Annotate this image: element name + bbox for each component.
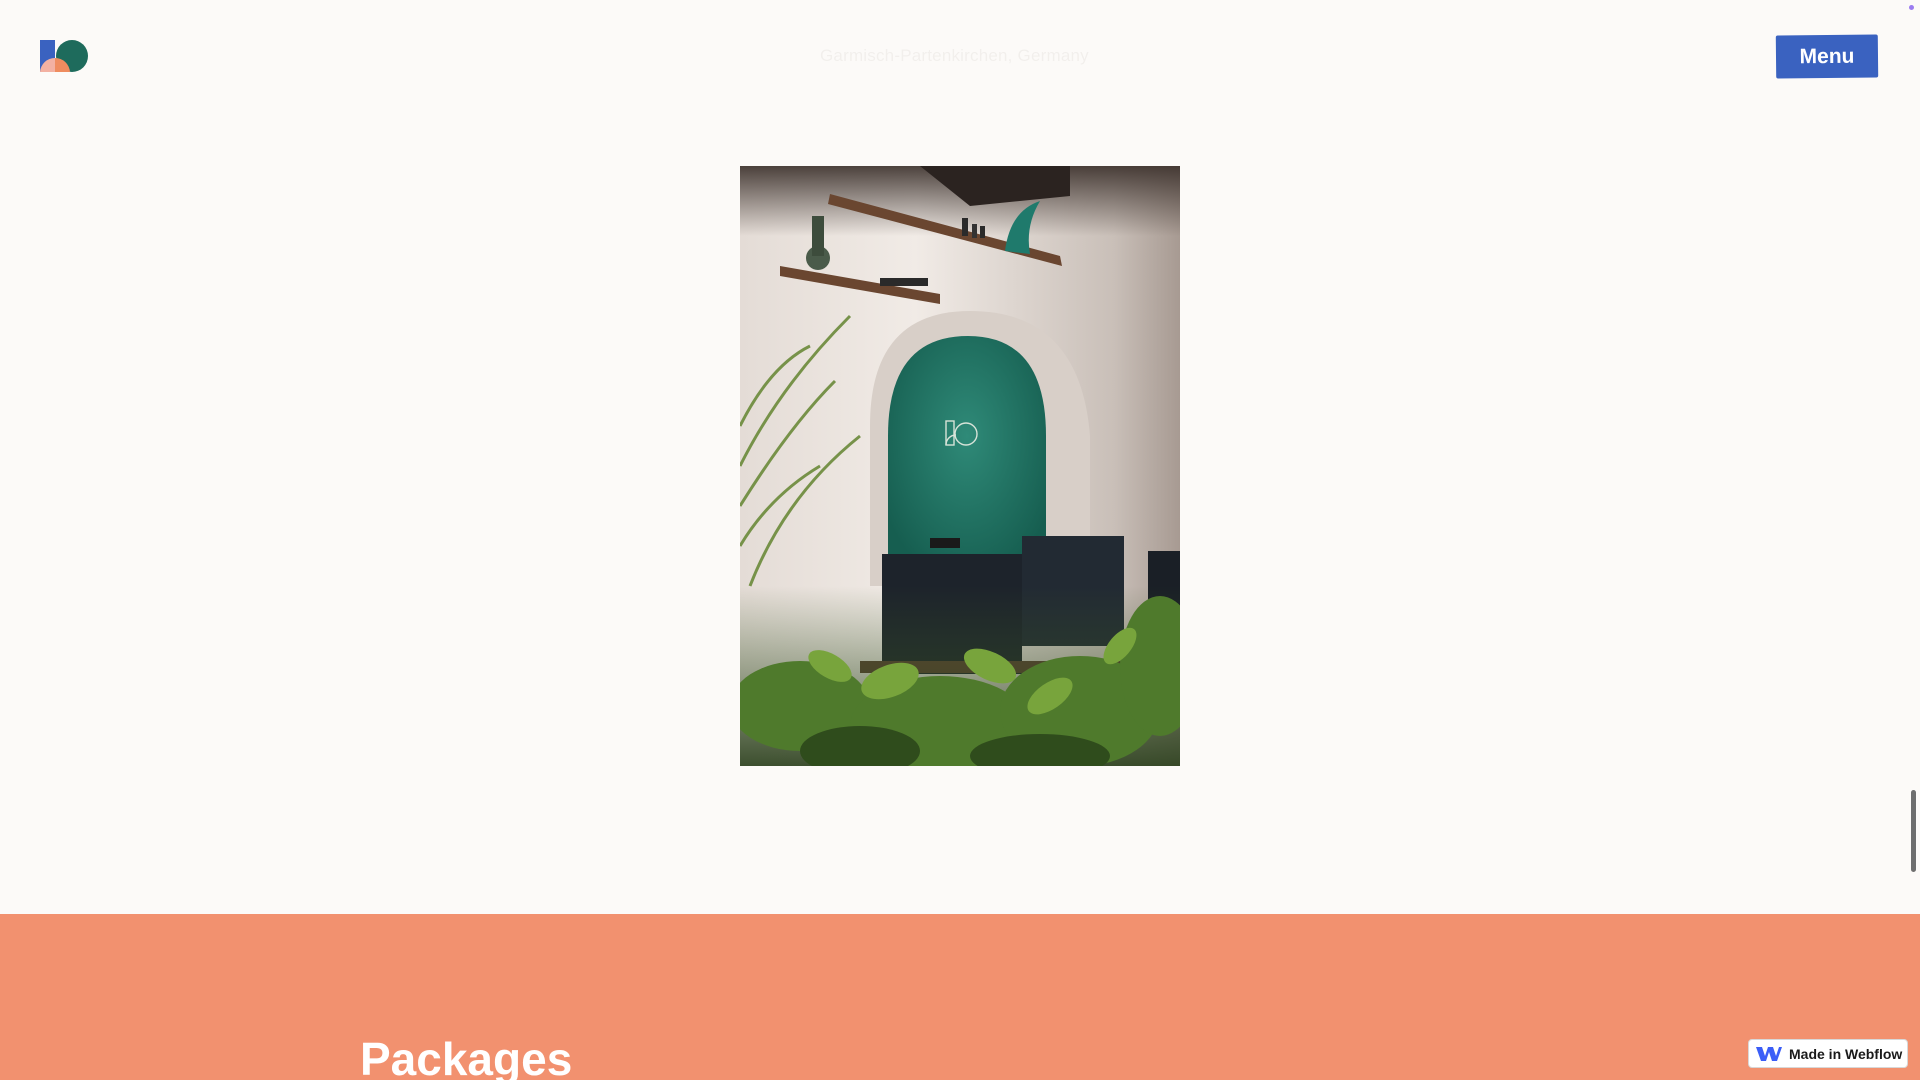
packages-section: Packages — [0, 914, 1920, 1080]
webflow-icon — [1756, 1045, 1782, 1063]
menu-button[interactable]: Menu — [1775, 34, 1879, 79]
brand-logo-icon[interactable] — [38, 38, 92, 74]
office-arch-photo — [740, 166, 1180, 766]
location-text: Garmisch-Partenkirchen, Germany — [820, 46, 1089, 65]
scrollbar-thumb[interactable] — [1911, 790, 1916, 872]
packages-title: Packages — [360, 1033, 573, 1080]
made-in-webflow-badge[interactable]: Made in Webflow — [1748, 1039, 1908, 1068]
page: Garmisch-Partenkirchen, Germany Menu Pac… — [0, 0, 1920, 1080]
status-dot — [1909, 5, 1914, 10]
made-in-webflow-label: Made in Webflow — [1789, 1045, 1903, 1062]
